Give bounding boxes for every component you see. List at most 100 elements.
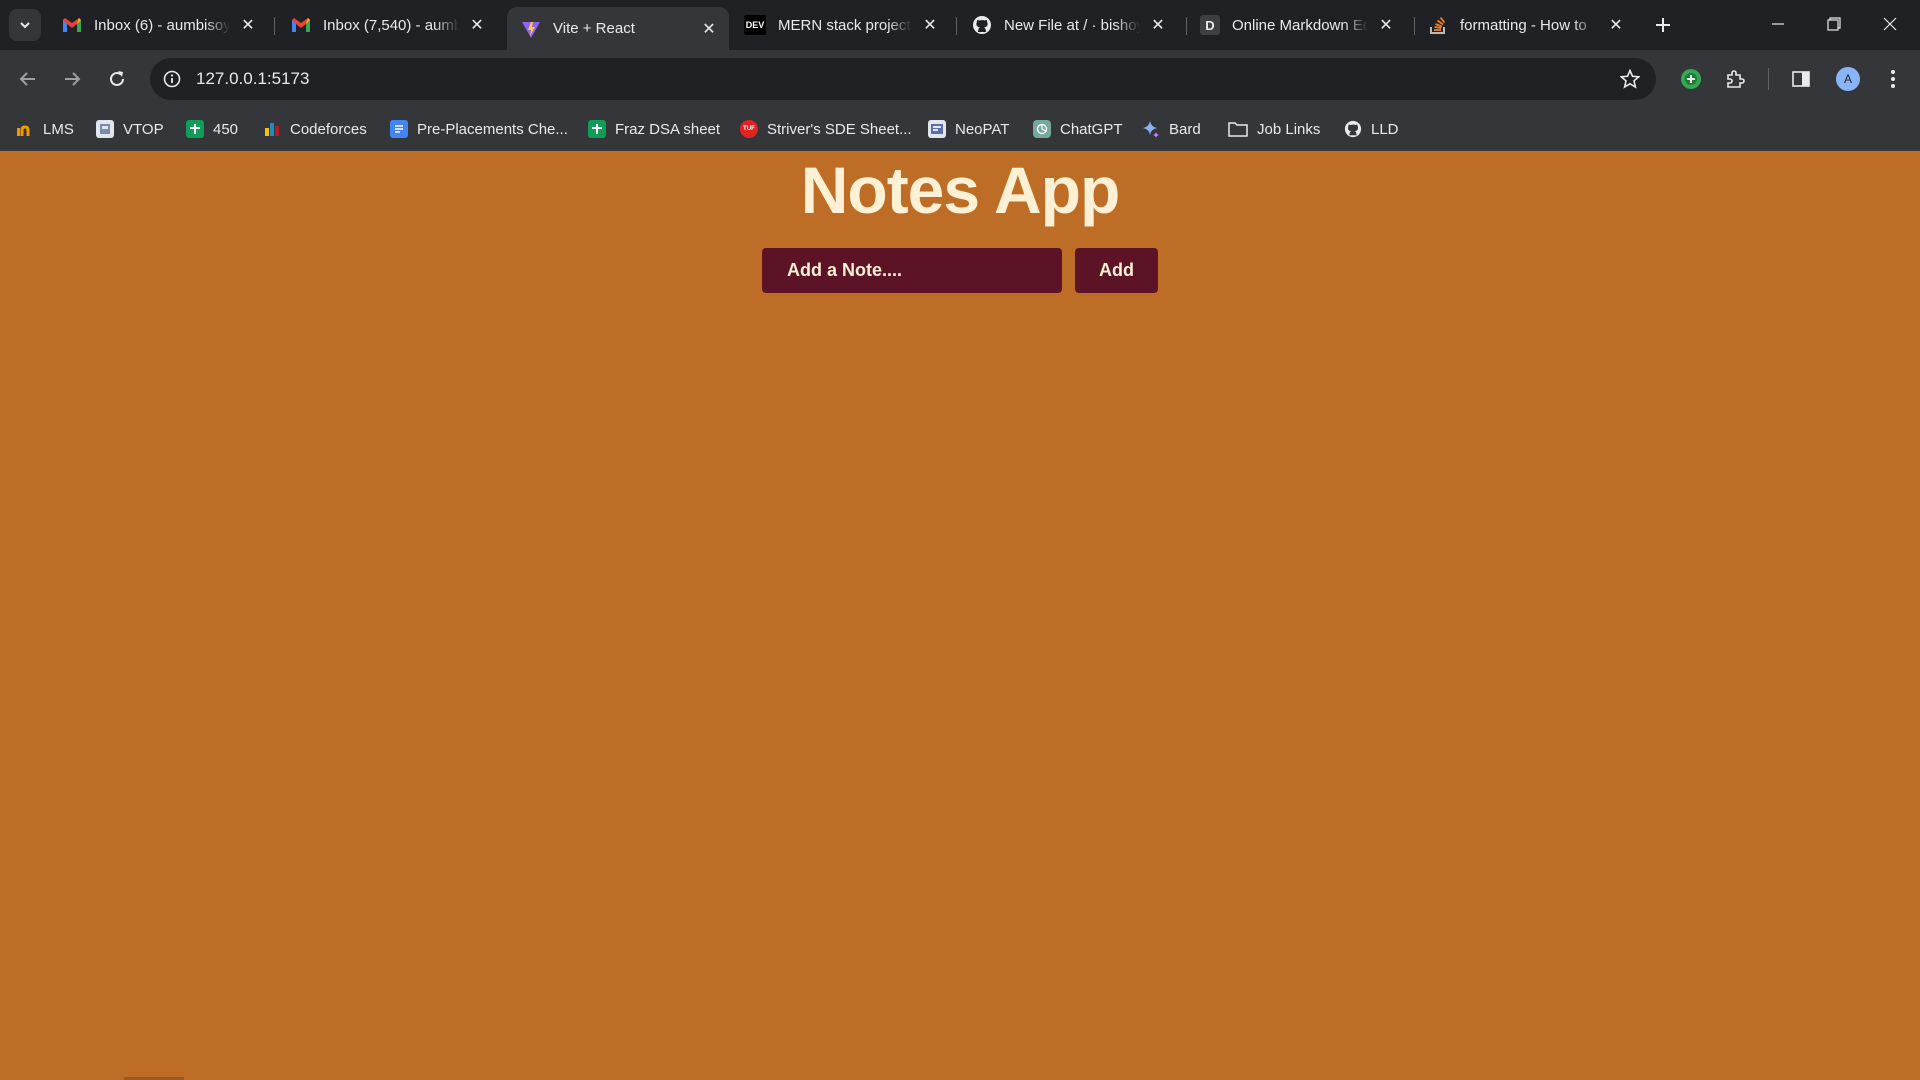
close-icon[interactable]: ✕ <box>238 15 258 35</box>
bookmark-label: 450 <box>213 120 239 138</box>
profile-initial: A <box>1836 67 1860 91</box>
avatar[interactable]: A <box>1834 65 1862 93</box>
close-icon[interactable]: ✕ <box>467 15 487 35</box>
github-icon <box>972 15 992 35</box>
side-panel-icon[interactable] <box>1787 65 1815 93</box>
tuf-icon: TUF <box>740 120 758 138</box>
gmail-icon <box>62 15 82 35</box>
tab-vite-react[interactable]: Vite + React ✕ <box>507 7 729 50</box>
tab-title: Inbox (6) - aumbisoy <box>94 16 230 34</box>
bookmark-label: Bard <box>1169 120 1201 138</box>
tab-strip: Inbox (6) - aumbisoy ✕ Inbox (7,540) - a… <box>0 0 1920 50</box>
codeforces-icon <box>263 120 281 138</box>
address-bar[interactable]: 127.0.0.1:5173 <box>150 58 1656 100</box>
bookmark-label: LLD <box>1371 120 1399 138</box>
bookmark-chatgpt[interactable]: ChatGPT <box>1033 116 1123 142</box>
puzzle-icon[interactable] <box>1722 65 1750 93</box>
bookmark-job-links[interactable]: Job Links <box>1228 116 1320 142</box>
stackoverflow-icon <box>1428 15 1448 35</box>
chatgpt-icon <box>1033 120 1051 138</box>
restore-button[interactable] <box>1806 0 1862 48</box>
minimize-icon <box>1772 23 1784 25</box>
toolbar-separator <box>1768 68 1769 90</box>
bookmark-label: Striver's SDE Sheet... <box>767 120 912 138</box>
close-window-button[interactable] <box>1862 0 1918 48</box>
bookmark-450[interactable]: 450 <box>186 116 238 142</box>
sheets-icon <box>186 120 204 138</box>
forward-button[interactable] <box>55 62 89 96</box>
dillinger-icon: D <box>1200 15 1220 35</box>
site-info-icon[interactable] <box>160 67 184 91</box>
page-title: Notes App <box>800 153 1121 227</box>
reload-icon <box>110 71 124 86</box>
folder-icon <box>1228 120 1248 138</box>
back-button[interactable] <box>11 62 45 96</box>
bookmark-fraz-dsa[interactable]: Fraz DSA sheet <box>588 116 720 142</box>
tab-title: Vite + React <box>553 20 635 37</box>
address-url[interactable]: 127.0.0.1:5173 <box>196 69 309 89</box>
vite-icon <box>521 19 541 39</box>
close-icon[interactable]: ✕ <box>920 15 940 35</box>
tab-stackoverflow[interactable]: formatting - How to ✕ <box>1414 7 1636 43</box>
tab-title: Online Markdown Ed <box>1232 16 1368 34</box>
tab-title: Inbox (7,540) - aumbisoy <box>323 16 459 34</box>
extension-add-icon[interactable] <box>1677 65 1705 93</box>
bookmark-label: Job Links <box>1257 120 1321 138</box>
github-icon <box>1344 120 1362 138</box>
notes-app-page: Notes App Add <box>0 151 1920 1080</box>
bookmark-label: VTOP <box>123 120 164 138</box>
tab-separator <box>274 17 275 35</box>
neopat-icon <box>928 120 946 138</box>
new-tab-button[interactable] <box>1650 12 1676 38</box>
tab-gmail-2[interactable]: Inbox (7,540) - aumbisoy ✕ <box>277 7 497 43</box>
bookmark-label: Fraz DSA sheet <box>615 120 721 138</box>
bookmarks-bar: LMS VTOP 450 Codeforces Pre-Placements C… <box>0 108 1920 151</box>
reload-button[interactable] <box>100 62 134 96</box>
tab-github[interactable]: New File at / · bishoy ✕ <box>958 7 1178 43</box>
lms-icon <box>16 120 34 138</box>
tab-search-button[interactable] <box>9 9 41 41</box>
close-icon <box>1883 17 1897 31</box>
note-input[interactable] <box>762 248 1062 293</box>
bookmark-lms[interactable]: LMS <box>16 116 74 142</box>
bookmark-star-icon[interactable] <box>1618 67 1642 91</box>
bookmark-striver[interactable]: TUF Striver's SDE Sheet... <box>740 116 912 142</box>
tab-gmail-1[interactable]: Inbox (6) - aumbisoy ✕ <box>48 7 268 43</box>
tab-markdown-editor[interactable]: D Online Markdown Ed ✕ <box>1186 7 1406 43</box>
bookmark-label: Codeforces <box>290 120 367 138</box>
bookmark-neopat[interactable]: NeoPAT <box>928 116 1009 142</box>
close-icon[interactable]: ✕ <box>699 19 719 39</box>
add-note-button[interactable]: Add <box>1075 248 1158 293</box>
plus-icon <box>1656 18 1670 32</box>
bookmark-pre-placements[interactable]: Pre-Placements Che... <box>390 116 568 142</box>
chevron-down-icon <box>20 22 30 29</box>
arrow-left-icon <box>19 72 35 86</box>
bookmark-codeforces[interactable]: Codeforces <box>263 116 367 142</box>
bookmark-label: LMS <box>43 120 74 138</box>
tab-title: New File at / · bishoy <box>1004 16 1140 34</box>
bookmark-bard[interactable]: Bard <box>1142 116 1201 142</box>
sheets-icon <box>588 120 606 138</box>
dev-icon: DEV <box>744 15 766 35</box>
tab-dev[interactable]: DEV MERN stack project s ✕ <box>730 7 950 43</box>
arrow-right-icon <box>65 72 81 86</box>
docs-icon <box>390 120 408 138</box>
minimize-button[interactable] <box>1750 0 1806 48</box>
close-icon[interactable]: ✕ <box>1376 15 1396 35</box>
vtop-icon <box>96 120 114 138</box>
bookmark-lld[interactable]: LLD <box>1344 116 1399 142</box>
bookmark-label: ChatGPT <box>1060 120 1123 138</box>
bookmark-label: Pre-Placements Che... <box>417 120 568 138</box>
tab-title: MERN stack project s <box>778 16 912 34</box>
tab-title: formatting - How to <box>1460 16 1587 34</box>
close-icon[interactable]: ✕ <box>1148 15 1168 35</box>
bard-icon <box>1142 120 1160 138</box>
browser-toolbar: 127.0.0.1:5173 A <box>0 50 1920 108</box>
tab-separator <box>956 17 957 35</box>
gmail-icon <box>291 15 311 35</box>
bookmark-label: NeoPAT <box>955 120 1010 138</box>
close-icon[interactable]: ✕ <box>1606 15 1626 35</box>
menu-icon[interactable] <box>1879 65 1907 93</box>
bookmark-vtop[interactable]: VTOP <box>96 116 164 142</box>
restore-icon <box>1827 17 1841 31</box>
